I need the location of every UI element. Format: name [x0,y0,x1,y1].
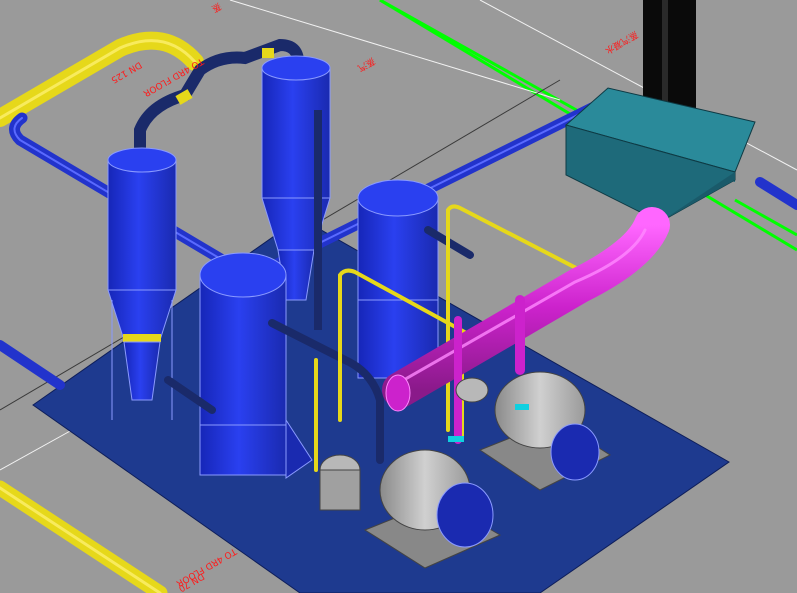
label-dn-upper: DN 125 [109,59,143,85]
annotation-lower: TO 4RD FLOOR DN 70 [174,545,238,593]
exhaust-hood [564,87,756,223]
label-cad-note-1: 蒸汽 [356,55,378,74]
condensate-return-pipe [0,480,168,593]
piping-isometric-drawing: TO 4RD FLOOR DN 125 TO 4RD FLOOR DN 70 蒸… [0,0,797,593]
cad-3d-viewport[interactable]: TO 4RD FLOOR DN 125 TO 4RD FLOOR DN 70 蒸… [0,0,797,593]
label-cad-note-3: 蒸 [210,0,224,15]
label-cad-note-2: 蒸汽凝水 [603,28,640,56]
